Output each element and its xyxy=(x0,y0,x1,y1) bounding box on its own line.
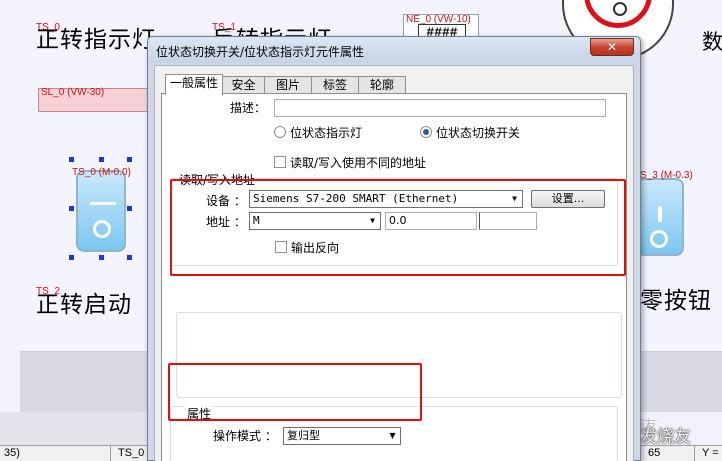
status-separator xyxy=(694,446,695,461)
dialog-title: 位状态切换开关/位状态指示灯元件属性 xyxy=(156,45,365,59)
status-field-c: 65 xyxy=(648,447,661,459)
slider-tag: SL_0 (VW-30) xyxy=(41,87,105,98)
slider-element[interactable]: SL_0 (VW-30) xyxy=(38,87,148,112)
highlight-box-properties xyxy=(168,363,422,421)
op-mode-label: 操作模式 ： xyxy=(213,429,277,443)
radio-switch[interactable] xyxy=(420,126,432,138)
description-input[interactable] xyxy=(274,99,606,117)
selection-handle[interactable] xyxy=(99,157,104,162)
tab-security[interactable]: 安全 xyxy=(222,76,265,94)
close-button[interactable]: ✕ xyxy=(590,38,634,56)
selection-handle[interactable] xyxy=(127,206,132,211)
tab-outline[interactable]: 轮廓 xyxy=(358,76,406,94)
diff-address-checkbox[interactable] xyxy=(274,156,286,168)
dial-center xyxy=(613,2,627,16)
forward-indicator-text[interactable]: 正转指示灯 xyxy=(36,20,156,54)
radio-indicator[interactable] xyxy=(274,126,286,138)
radio-switch-label[interactable]: 位状态切换开关 xyxy=(436,124,520,141)
description-label: 描述： xyxy=(230,101,267,115)
status-field-d: Y = xyxy=(702,447,719,459)
tab-picture[interactable]: 图片 xyxy=(264,76,312,94)
switch-bar-icon xyxy=(658,206,662,222)
close-icon: ✕ xyxy=(606,40,618,54)
number-label-text: 数 xyxy=(702,30,722,54)
switch-body xyxy=(76,170,126,252)
selection-handle[interactable] xyxy=(127,255,132,260)
status-field-b: TS_0 xyxy=(118,447,145,459)
tab-label[interactable]: 标签 xyxy=(311,76,359,94)
status-separator xyxy=(110,446,111,461)
properties-dialog[interactable]: 位状态切换开关/位状态指示灯元件属性 ✕ 一般属性 安全 图片 标签 轮廓 描述… xyxy=(147,36,641,461)
toggle-switch-left[interactable]: TS_0 (M-0.0) xyxy=(72,160,131,252)
selection-handle[interactable] xyxy=(69,206,74,211)
switch-circle-icon xyxy=(650,230,668,248)
forward-start-text[interactable]: 正转启动 xyxy=(36,285,132,319)
tab-general[interactable]: 一般属性 xyxy=(165,74,223,95)
diff-address-label[interactable]: 读取/写入使用不同的地址 xyxy=(290,154,426,171)
canvas-scroll-area xyxy=(0,412,150,445)
selection-handle[interactable] xyxy=(69,255,74,260)
op-mode-select[interactable]: 复归型 ▼ xyxy=(283,427,401,445)
switch-right-tag: S_3 (M-0.3) xyxy=(640,170,693,181)
toggle-switch-right[interactable]: S_3 (M-0.3) xyxy=(636,168,693,256)
switch-body xyxy=(636,178,684,256)
highlight-box-address xyxy=(170,179,626,276)
switch-bar-icon xyxy=(90,202,116,205)
radio-indicator-label[interactable]: 位状态指示灯 xyxy=(290,124,362,141)
status-field-a: 35) xyxy=(4,447,20,459)
selection-handle[interactable] xyxy=(127,157,132,162)
op-mode-value: 复归型 xyxy=(287,429,320,442)
selection-handle[interactable] xyxy=(99,255,104,260)
switch-left-tag: TS_0 (M-0.0) xyxy=(72,167,131,178)
selection-handle[interactable] xyxy=(69,157,74,162)
switch-circle-icon xyxy=(93,220,111,238)
zero-button-text[interactable]: 零按钮 xyxy=(640,281,712,315)
dialog-titlebar[interactable]: 位状态切换开关/位状态指示灯元件属性 ✕ xyxy=(148,37,640,63)
chevron-down-icon: ▼ xyxy=(389,431,396,440)
